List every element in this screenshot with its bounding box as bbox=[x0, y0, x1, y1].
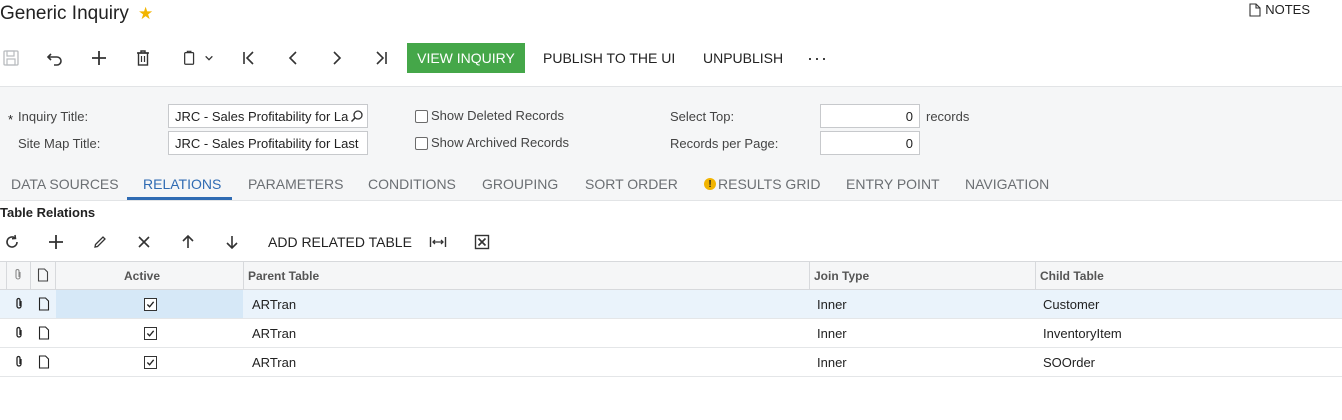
column-header-join-type[interactable]: Join Type bbox=[814, 262, 869, 290]
notes-label: NOTES bbox=[1265, 2, 1310, 17]
records-per-page-label: Records per Page: bbox=[670, 136, 779, 151]
save-icon[interactable] bbox=[2, 42, 20, 74]
fit-columns-icon[interactable] bbox=[429, 228, 447, 256]
move-down-icon[interactable] bbox=[224, 228, 240, 256]
show-archived-checkbox[interactable] bbox=[415, 137, 428, 150]
add-icon[interactable] bbox=[90, 42, 108, 74]
last-record-icon[interactable] bbox=[372, 42, 390, 74]
table-row[interactable]: ARTran Inner Customer bbox=[0, 290, 1342, 319]
show-deleted-checkbox[interactable] bbox=[415, 110, 428, 123]
active-checkbox[interactable] bbox=[144, 327, 157, 340]
paperclip-icon[interactable] bbox=[13, 326, 25, 345]
unpublish-button[interactable]: UNPUBLISH bbox=[703, 42, 783, 74]
note-icon[interactable] bbox=[38, 326, 50, 345]
child-table-cell[interactable]: Customer bbox=[1043, 290, 1099, 318]
tab-grouping[interactable]: GROUPING bbox=[482, 167, 558, 201]
active-checkbox[interactable] bbox=[144, 356, 157, 369]
refresh-icon[interactable] bbox=[4, 228, 20, 256]
move-up-icon[interactable] bbox=[180, 228, 196, 256]
grid-header: Active Parent Table Join Type Child Tabl… bbox=[0, 261, 1342, 290]
search-icon[interactable] bbox=[350, 109, 364, 123]
view-inquiry-button[interactable]: VIEW INQUIRY bbox=[407, 43, 525, 73]
site-map-title-value: JRC - Sales Profitability for Last bbox=[175, 135, 359, 151]
page-title: Generic Inquiry bbox=[0, 3, 129, 24]
tab-parameters[interactable]: PARAMETERS bbox=[248, 167, 343, 201]
notes-button[interactable]: NOTES bbox=[1249, 2, 1310, 17]
export-excel-icon[interactable] bbox=[474, 228, 490, 256]
paperclip-icon[interactable] bbox=[13, 297, 25, 316]
join-type-cell[interactable]: Inner bbox=[817, 290, 847, 318]
join-type-cell[interactable]: Inner bbox=[817, 319, 847, 347]
select-top-input[interactable]: 0 bbox=[820, 104, 920, 128]
tab-data-sources[interactable]: DATA SOURCES bbox=[11, 167, 119, 201]
tab-results-grid[interactable]: ! RESULTS GRID bbox=[704, 167, 820, 201]
edit-icon[interactable] bbox=[92, 228, 108, 256]
document-icon bbox=[1249, 2, 1261, 17]
note-icon[interactable] bbox=[38, 355, 50, 374]
parent-table-cell[interactable]: ARTran bbox=[252, 290, 296, 318]
active-checkbox[interactable] bbox=[144, 298, 157, 311]
first-record-icon[interactable] bbox=[240, 42, 258, 74]
tab-sort-order[interactable]: SORT ORDER bbox=[585, 167, 678, 201]
child-table-cell[interactable]: SOOrder bbox=[1043, 348, 1095, 376]
delete-row-icon[interactable] bbox=[136, 228, 152, 256]
add-related-table-button[interactable]: ADD RELATED TABLE bbox=[268, 228, 412, 256]
tab-relations[interactable]: RELATIONS bbox=[143, 167, 221, 201]
active-tab-indicator bbox=[127, 197, 232, 200]
tab-entry-point[interactable]: ENTRY POINT bbox=[846, 167, 940, 201]
copy-paste-icon[interactable] bbox=[178, 42, 218, 74]
section-title: Table Relations bbox=[0, 205, 96, 220]
paperclip-icon[interactable] bbox=[13, 355, 25, 374]
parent-table-cell[interactable]: ARTran bbox=[252, 319, 296, 347]
star-icon[interactable]: ★ bbox=[138, 4, 153, 24]
tab-conditions[interactable]: CONDITIONS bbox=[368, 167, 456, 201]
site-map-title-input[interactable]: JRC - Sales Profitability for Last bbox=[168, 131, 368, 155]
attachment-column-icon bbox=[12, 268, 24, 287]
note-column-icon bbox=[37, 268, 49, 287]
show-archived-label: Show Archived Records bbox=[431, 135, 570, 150]
warning-icon: ! bbox=[704, 178, 716, 190]
site-map-title-label: Site Map Title: bbox=[18, 136, 101, 151]
inquiry-title-value: JRC - Sales Profitability for La bbox=[175, 108, 349, 124]
table-row[interactable]: ARTran Inner InventoryItem bbox=[0, 319, 1342, 348]
select-top-unit: records bbox=[926, 109, 970, 124]
next-record-icon[interactable] bbox=[328, 42, 346, 74]
required-mark: * bbox=[8, 112, 14, 127]
tab-navigation[interactable]: NAVIGATION bbox=[965, 167, 1049, 201]
add-row-icon[interactable] bbox=[48, 228, 64, 256]
records-per-page-value: 0 bbox=[905, 135, 913, 151]
records-per-page-input[interactable]: 0 bbox=[820, 131, 920, 155]
show-deleted-label: Show Deleted Records bbox=[431, 108, 564, 123]
more-actions-button[interactable]: ··· bbox=[807, 42, 828, 74]
note-icon[interactable] bbox=[38, 297, 50, 316]
tab-results-grid-label: RESULTS GRID bbox=[718, 176, 821, 192]
relations-grid: Active Parent Table Join Type Child Tabl… bbox=[0, 261, 1342, 377]
undo-icon[interactable] bbox=[46, 42, 64, 74]
select-top-value: 0 bbox=[905, 108, 913, 124]
select-top-label: Select Top: bbox=[670, 109, 735, 124]
inquiry-title-input[interactable]: JRC - Sales Profitability for La bbox=[168, 104, 368, 128]
join-type-cell[interactable]: Inner bbox=[817, 348, 847, 376]
column-header-parent-table[interactable]: Parent Table bbox=[248, 262, 319, 290]
delete-icon[interactable] bbox=[134, 42, 152, 74]
parent-table-cell[interactable]: ARTran bbox=[252, 348, 296, 376]
main-toolbar: VIEW INQUIRY PUBLISH TO THE UI UNPUBLISH… bbox=[0, 42, 1342, 74]
previous-record-icon[interactable] bbox=[284, 42, 302, 74]
column-header-active[interactable]: Active bbox=[124, 262, 160, 290]
column-header-child-table[interactable]: Child Table bbox=[1040, 262, 1104, 290]
tab-bar: DATA SOURCES RELATIONS PARAMETERS CONDIT… bbox=[0, 167, 1342, 201]
inquiry-title-label: Inquiry Title: bbox=[18, 109, 89, 124]
table-row[interactable]: ARTran Inner SOOrder bbox=[0, 348, 1342, 377]
grid-toolbar: ADD RELATED TABLE bbox=[0, 228, 1342, 256]
publish-button[interactable]: PUBLISH TO THE UI bbox=[543, 42, 675, 74]
child-table-cell[interactable]: InventoryItem bbox=[1043, 319, 1122, 347]
chevron-down-icon bbox=[205, 55, 213, 61]
